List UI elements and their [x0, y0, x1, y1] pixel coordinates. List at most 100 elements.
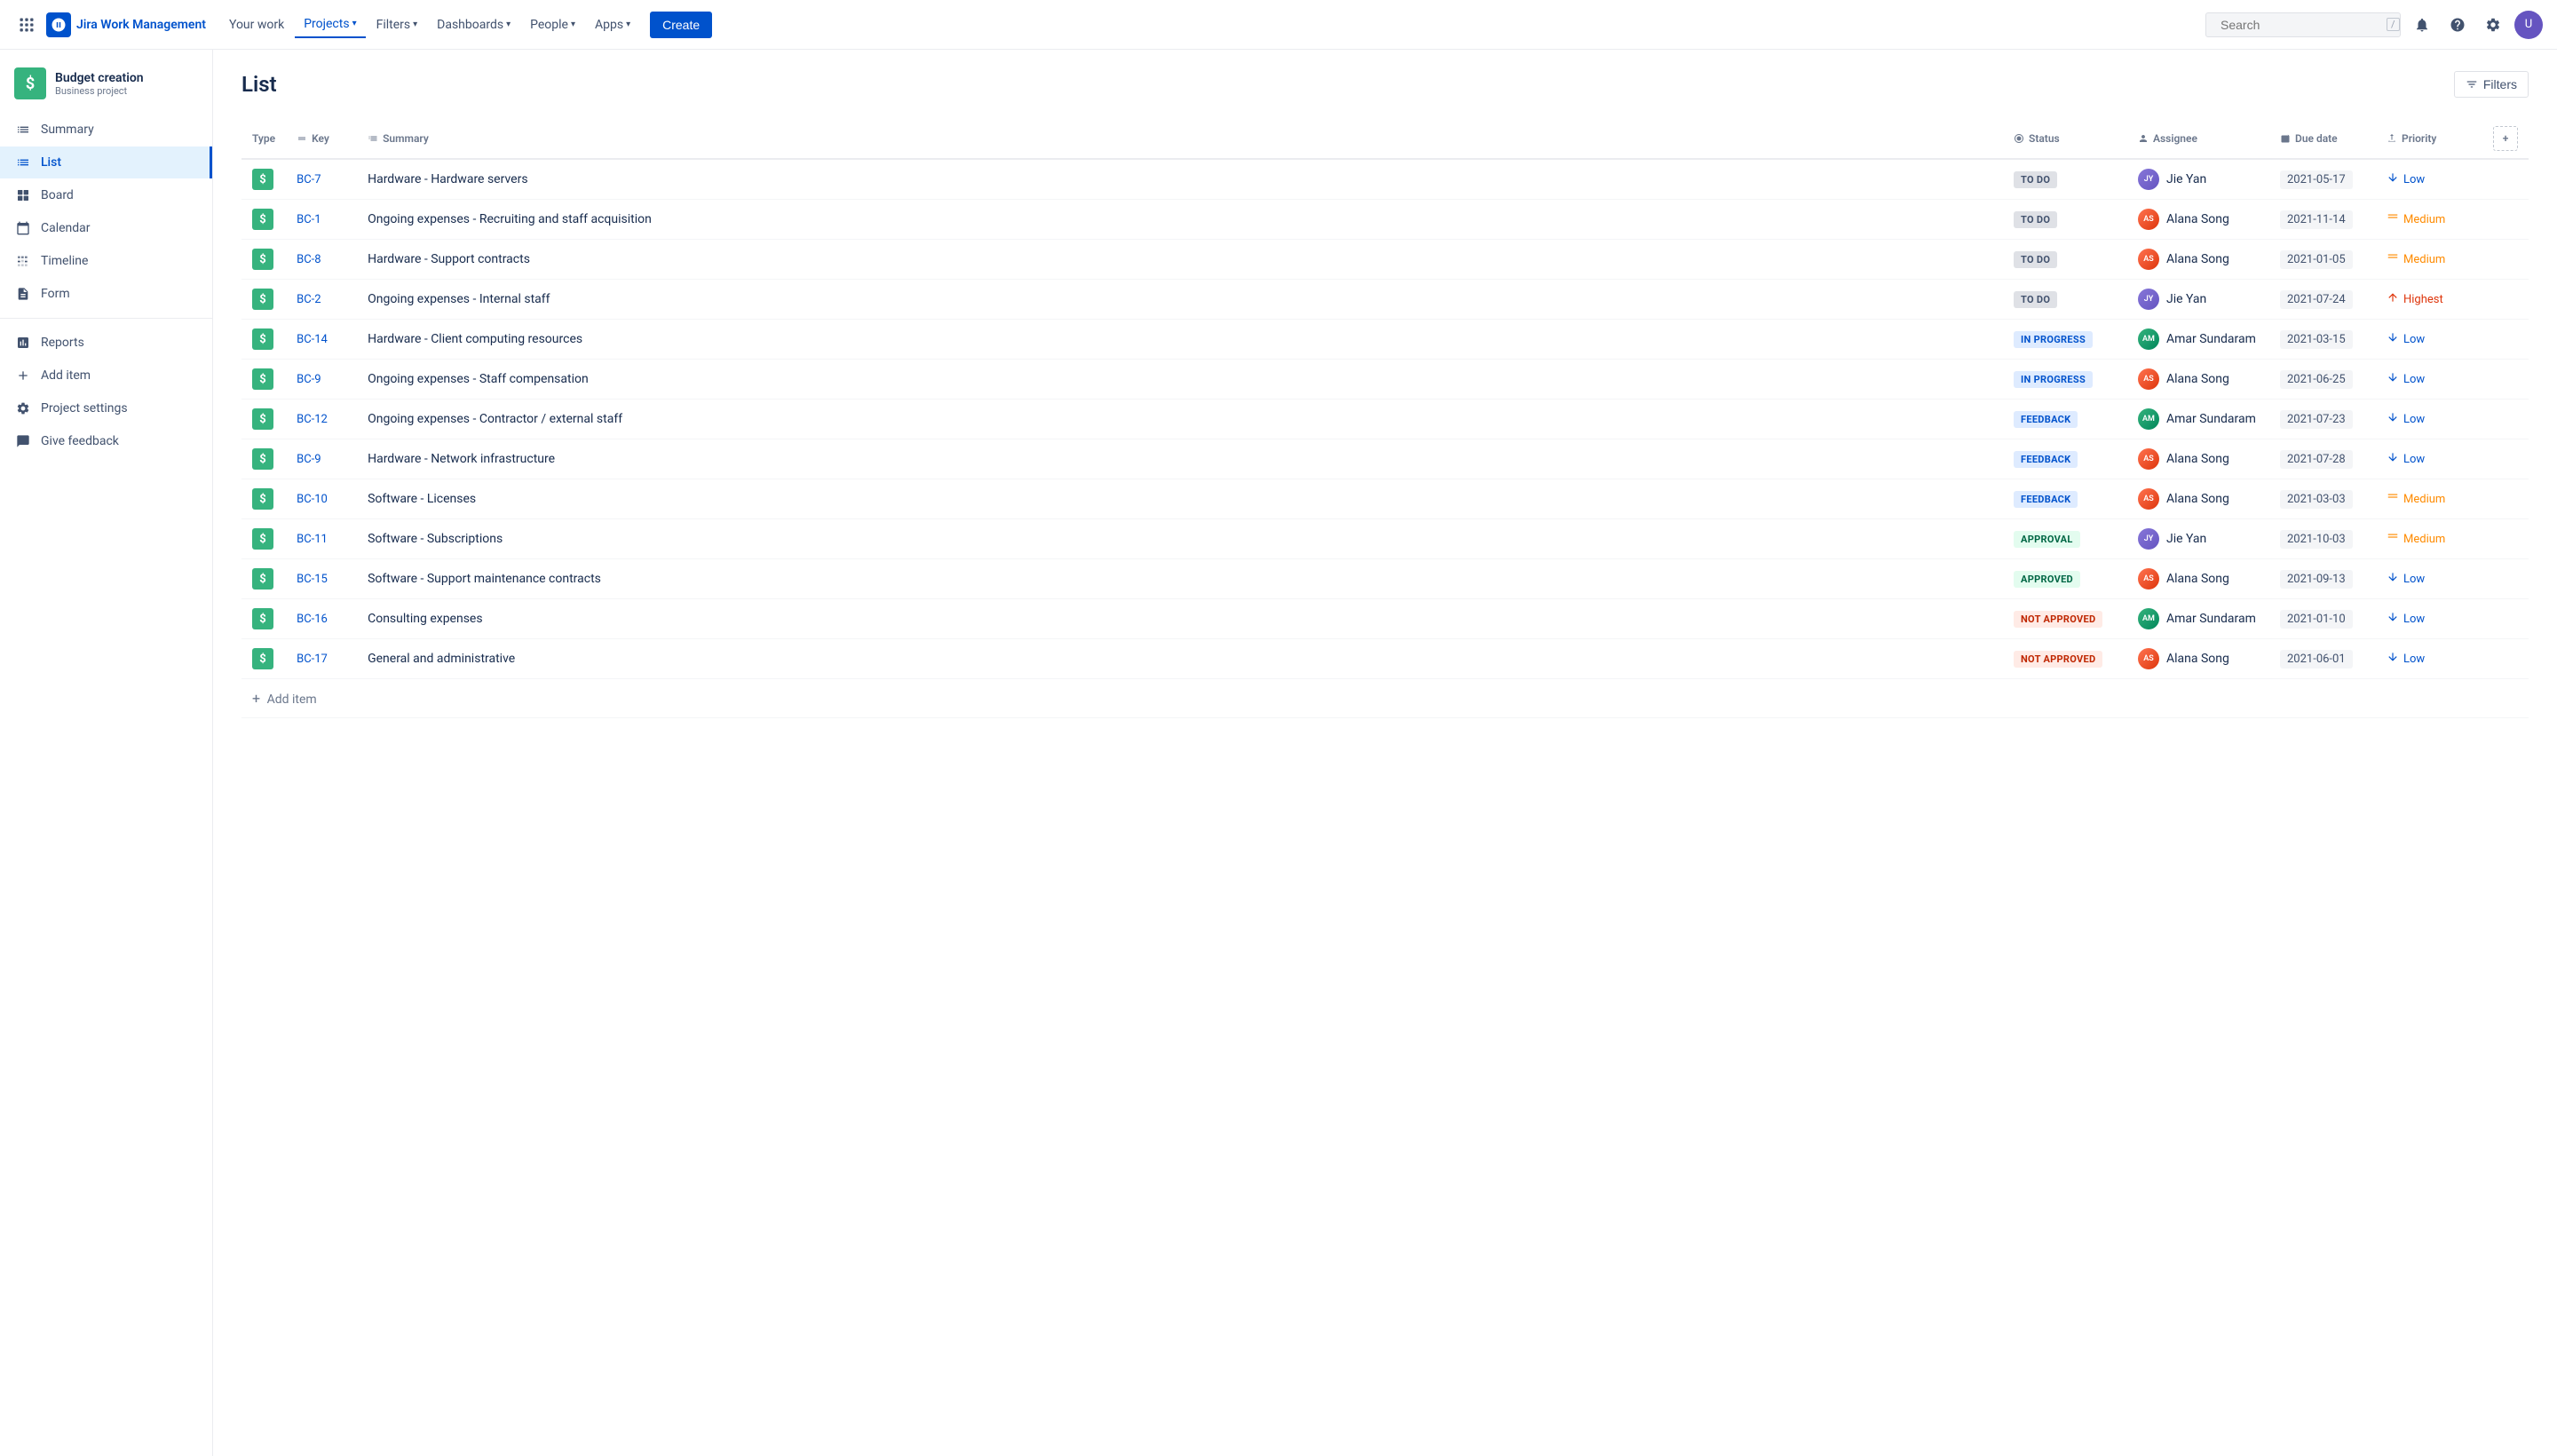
- add-item-row[interactable]: + Add item: [241, 679, 2529, 718]
- cell-duedate: 2021-07-28: [2269, 439, 2376, 479]
- issue-type-icon: $: [252, 448, 273, 470]
- col-header-add[interactable]: +: [2482, 119, 2529, 159]
- cell-assignee: AS Alana Song: [2127, 360, 2269, 400]
- nav-filters[interactable]: Filters ▾: [368, 12, 427, 37]
- cell-status[interactable]: FEEDBACK: [2003, 479, 2127, 519]
- issue-key[interactable]: BC-14: [297, 333, 328, 346]
- sidebar-item-project-settings[interactable]: Project settings: [0, 392, 212, 424]
- issue-key[interactable]: BC-11: [297, 533, 328, 546]
- cell-status[interactable]: TO DO: [2003, 240, 2127, 280]
- notifications-button[interactable]: [2408, 11, 2436, 39]
- assignee-name: Amar Sundaram: [2166, 412, 2256, 426]
- cell-status[interactable]: IN PROGRESS: [2003, 360, 2127, 400]
- status-badge[interactable]: FEEDBACK: [2014, 491, 2078, 508]
- priority-label: Low: [2403, 573, 2425, 586]
- sidebar-item-calendar[interactable]: Calendar: [0, 212, 212, 244]
- cell-key[interactable]: BC-14: [286, 320, 357, 360]
- sidebar-item-summary[interactable]: Summary: [0, 114, 212, 146]
- status-badge[interactable]: TO DO: [2014, 171, 2057, 188]
- issue-key[interactable]: BC-1: [297, 213, 321, 226]
- issue-key[interactable]: BC-8: [297, 253, 321, 266]
- issue-key[interactable]: BC-17: [297, 653, 328, 666]
- cell-status[interactable]: APPROVED: [2003, 559, 2127, 599]
- avatar: AS: [2138, 368, 2159, 390]
- cell-key[interactable]: BC-15: [286, 559, 357, 599]
- issue-key[interactable]: BC-2: [297, 293, 321, 306]
- cell-key[interactable]: BC-17: [286, 639, 357, 679]
- search-box[interactable]: /: [2205, 12, 2401, 37]
- create-button[interactable]: Create: [650, 12, 712, 38]
- cell-key[interactable]: BC-16: [286, 599, 357, 639]
- status-badge[interactable]: IN PROGRESS: [2014, 371, 2093, 388]
- sidebar-item-board[interactable]: Board: [0, 179, 212, 211]
- cell-key[interactable]: BC-8: [286, 240, 357, 280]
- cell-assignee: AM Amar Sundaram: [2127, 400, 2269, 439]
- status-badge[interactable]: NOT APPROVED: [2014, 611, 2102, 628]
- avatar: AS: [2138, 648, 2159, 669]
- status-badge[interactable]: FEEDBACK: [2014, 411, 2078, 428]
- add-column-button[interactable]: +: [2493, 126, 2518, 151]
- assignee-cell: AS Alana Song: [2138, 368, 2259, 390]
- status-badge[interactable]: FEEDBACK: [2014, 451, 2078, 468]
- issue-key[interactable]: BC-15: [297, 573, 328, 586]
- cell-status[interactable]: TO DO: [2003, 280, 2127, 320]
- sidebar-item-give-feedback[interactable]: Give feedback: [0, 425, 212, 457]
- table-row: $ BC-7 Hardware - Hardware servers TO DO…: [241, 159, 2529, 200]
- issue-key[interactable]: BC-9: [297, 453, 321, 466]
- priority-cell: Low: [2387, 571, 2472, 587]
- issue-key[interactable]: BC-16: [297, 613, 328, 626]
- status-col-icon: [2014, 133, 2024, 144]
- issue-key[interactable]: BC-7: [297, 173, 321, 186]
- cell-key[interactable]: BC-11: [286, 519, 357, 559]
- nav-apps[interactable]: Apps ▾: [586, 12, 639, 37]
- cell-key[interactable]: BC-12: [286, 400, 357, 439]
- cell-key[interactable]: BC-2: [286, 280, 357, 320]
- nav-projects[interactable]: Projects ▾: [295, 12, 365, 38]
- priority-cell: Medium: [2387, 211, 2472, 227]
- cell-key[interactable]: BC-9: [286, 439, 357, 479]
- cell-key[interactable]: BC-10: [286, 479, 357, 519]
- status-badge[interactable]: TO DO: [2014, 291, 2057, 308]
- status-badge[interactable]: APPROVED: [2014, 571, 2080, 588]
- add-item-cell[interactable]: + Add item: [241, 679, 2529, 718]
- status-badge[interactable]: TO DO: [2014, 211, 2057, 228]
- cell-key[interactable]: BC-7: [286, 159, 357, 200]
- issue-key[interactable]: BC-10: [297, 493, 328, 506]
- cell-status[interactable]: IN PROGRESS: [2003, 320, 2127, 360]
- settings-button[interactable]: [2479, 11, 2507, 39]
- nav-people[interactable]: People ▾: [521, 12, 584, 37]
- sidebar-item-timeline[interactable]: Timeline: [0, 245, 212, 277]
- nav-your-work[interactable]: Your work: [220, 12, 293, 37]
- status-badge[interactable]: IN PROGRESS: [2014, 331, 2093, 348]
- nav-dashboards[interactable]: Dashboards ▾: [428, 12, 519, 37]
- cell-status[interactable]: FEEDBACK: [2003, 400, 2127, 439]
- add-item-label[interactable]: Add item: [267, 692, 317, 707]
- issue-key[interactable]: BC-9: [297, 373, 321, 386]
- sidebar-item-reports[interactable]: Reports: [0, 327, 212, 359]
- assignee-name: Alana Song: [2166, 212, 2229, 226]
- search-input[interactable]: [2221, 18, 2381, 32]
- cell-status[interactable]: NOT APPROVED: [2003, 599, 2127, 639]
- status-badge[interactable]: APPROVAL: [2014, 531, 2080, 548]
- cell-status[interactable]: NOT APPROVED: [2003, 639, 2127, 679]
- cell-status[interactable]: FEEDBACK: [2003, 439, 2127, 479]
- cell-status[interactable]: TO DO: [2003, 159, 2127, 200]
- priority-icon: [2387, 651, 2399, 667]
- cell-key[interactable]: BC-1: [286, 200, 357, 240]
- user-avatar[interactable]: U: [2514, 11, 2543, 39]
- sidebar-item-form[interactable]: Form: [0, 278, 212, 310]
- issue-key[interactable]: BC-12: [297, 413, 328, 426]
- status-badge[interactable]: TO DO: [2014, 251, 2057, 268]
- app-switcher-button[interactable]: [14, 12, 39, 37]
- cell-status[interactable]: TO DO: [2003, 200, 2127, 240]
- cell-key[interactable]: BC-9: [286, 360, 357, 400]
- app-logo[interactable]: Jira Work Management: [46, 12, 206, 37]
- status-badge[interactable]: NOT APPROVED: [2014, 651, 2102, 668]
- cell-duedate: 2021-07-24: [2269, 280, 2376, 320]
- sidebar-item-add-item[interactable]: Add item: [0, 360, 212, 392]
- filters-button[interactable]: Filters: [2454, 71, 2529, 98]
- sidebar-item-list[interactable]: List: [0, 146, 212, 178]
- sidebar-navigation: Summary List Board Calendar: [0, 114, 212, 457]
- cell-status[interactable]: APPROVAL: [2003, 519, 2127, 559]
- help-button[interactable]: [2443, 11, 2472, 39]
